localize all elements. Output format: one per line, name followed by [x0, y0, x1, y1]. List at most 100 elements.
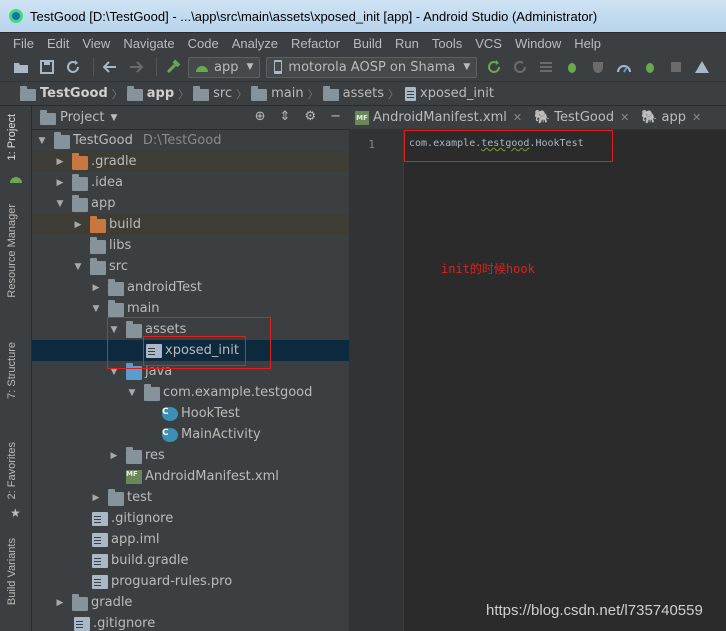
stop-icon[interactable]	[665, 56, 687, 78]
breadcrumb-item[interactable]: main 〉	[251, 85, 319, 102]
folder-icon	[90, 257, 106, 275]
save-icon[interactable]	[36, 56, 58, 78]
coverage-shield-icon[interactable]	[587, 56, 609, 78]
menu-edit[interactable]: Edit	[47, 36, 69, 51]
profiler-gauge-icon[interactable]	[613, 56, 635, 78]
tree-row-src[interactable]: ▼ src	[32, 256, 349, 277]
hide-panel-icon[interactable]: −	[330, 109, 341, 124]
tool-tab-resource-manager[interactable]: Resource Manager	[6, 204, 18, 298]
folder-icon	[126, 85, 143, 101]
sdk-manager-icon[interactable]	[691, 56, 713, 78]
tree-row-test[interactable]: ▶ test	[32, 487, 349, 508]
tool-tab-structure[interactable]: 7: Structure	[6, 342, 18, 399]
tree-row-androidtest[interactable]: ▶ androidTest	[32, 277, 349, 298]
collapsed-arrow-icon: ▶	[92, 492, 100, 503]
tab-app[interactable]: 🐘 app ✕	[635, 106, 707, 129]
folder-icon	[72, 173, 88, 191]
tree-row-idea[interactable]: ▶ .idea	[32, 172, 349, 193]
file-icon	[92, 532, 108, 547]
back-arrow-icon[interactable]	[99, 56, 121, 78]
close-icon[interactable]: ✕	[692, 111, 701, 124]
toolbar-separator	[93, 58, 94, 76]
open-folder-icon[interactable]	[10, 56, 32, 78]
breadcrumb-item[interactable]: assets 〉	[322, 85, 399, 102]
tree-row-mainactivity[interactable]: C MainActivity	[32, 424, 349, 445]
debug-bug-icon[interactable]	[561, 56, 583, 78]
tree-row-testgood[interactable]: ▼ TestGood D:\TestGood	[32, 130, 349, 151]
tree-row-gitignore-app[interactable]: .gitignore	[32, 508, 349, 529]
menu-refactor[interactable]: Refactor	[291, 36, 340, 51]
menu-build[interactable]: Build	[353, 36, 382, 51]
menu-window[interactable]: Window	[515, 36, 561, 51]
device-select[interactable]: motorola AOSP on Shama ▼	[266, 56, 478, 78]
breadcrumb-item[interactable]: TestGood 〉	[20, 85, 123, 102]
tool-tab-project[interactable]: 1: Project	[6, 114, 18, 160]
menu-code[interactable]: Code	[188, 36, 219, 51]
watermark: https://blog.csdn.net/l735740559	[486, 602, 703, 619]
attach-debugger-icon[interactable]	[639, 56, 661, 78]
menu-navigate[interactable]: Navigate	[123, 36, 174, 51]
package-icon	[144, 383, 160, 401]
gear-icon[interactable]: ⚙	[304, 109, 316, 124]
make-project-hammer-icon[interactable]	[162, 56, 184, 78]
tree-row-main[interactable]: ▼ main	[32, 298, 349, 319]
phone-icon	[274, 60, 283, 74]
tree-row-libs[interactable]: libs	[32, 235, 349, 256]
apply-changes-icon[interactable]	[483, 56, 505, 78]
tree-row-gradle-dir[interactable]: ▶ .gradle	[32, 151, 349, 172]
tree-row-gitignore-root[interactable]: .gitignore	[32, 613, 349, 631]
locate-target-icon[interactable]: ⊕	[255, 109, 266, 124]
folder-icon	[40, 109, 56, 125]
menu-vcs[interactable]: VCS	[475, 36, 502, 51]
tree-row-hooktest[interactable]: C HookTest	[32, 403, 349, 424]
breadcrumb-item[interactable]: xposed_init	[403, 86, 494, 101]
breadcrumb-item[interactable]: src 〉	[193, 85, 248, 102]
run-config-select[interactable]: app ▼	[188, 56, 261, 78]
sync-icon[interactable]	[62, 56, 84, 78]
close-icon[interactable]: ✕	[513, 111, 522, 124]
apply-code-changes-icon[interactable]	[509, 56, 531, 78]
project-view-select[interactable]: Project	[60, 110, 104, 125]
expanded-arrow-icon: ▼	[74, 261, 82, 272]
tree-row-app-iml[interactable]: app.iml	[32, 529, 349, 550]
close-icon[interactable]: ✕	[620, 111, 629, 124]
menu-analyze[interactable]: Analyze	[232, 36, 278, 51]
run-config-label: app	[214, 59, 239, 75]
tree-row-gradle[interactable]: ▶ gradle	[32, 592, 349, 613]
code-line[interactable]: com.example.testgood.HookTest	[409, 138, 584, 149]
list-icon[interactable]	[535, 56, 557, 78]
menu-tools[interactable]: Tools	[432, 36, 462, 51]
breadcrumb-item[interactable]: app 〉	[126, 85, 189, 102]
file-icon	[92, 574, 108, 589]
tool-tab-build-variants[interactable]: Build Variants	[6, 538, 18, 605]
tree-row-build-gradle[interactable]: build.gradle	[32, 550, 349, 571]
menu-view[interactable]: View	[82, 36, 110, 51]
chevron-right-icon: 〉	[236, 87, 248, 101]
menu-help[interactable]: Help	[574, 36, 601, 51]
tab-testgood[interactable]: 🐘 TestGood ✕	[528, 106, 635, 129]
tree-row-proguard[interactable]: proguard-rules.pro	[32, 571, 349, 592]
menu-run[interactable]: Run	[395, 36, 419, 51]
forward-arrow-icon[interactable]	[125, 56, 147, 78]
folder-icon	[108, 488, 124, 506]
tab-androidmanifest[interactable]: MF AndroidManifest.xml ✕	[349, 106, 528, 129]
folder-icon	[90, 236, 106, 254]
chevron-down-icon[interactable]: ▼	[110, 113, 117, 123]
tree-row-app[interactable]: ▼ app	[32, 193, 349, 214]
tree-row-java[interactable]: ▼ java	[32, 361, 349, 382]
folder-icon	[72, 152, 88, 170]
tree-row-xposed-init[interactable]: xposed_init	[32, 340, 349, 361]
manifest-icon: MF	[355, 110, 369, 125]
tool-tab-favorites[interactable]: 2: Favorites	[6, 442, 18, 499]
tree-row-package[interactable]: ▼ com.example.testgood	[32, 382, 349, 403]
file-icon	[74, 616, 90, 631]
folder-icon	[126, 446, 142, 464]
tree-row-assets[interactable]: ▼ assets	[32, 319, 349, 340]
manifest-icon: MF	[126, 469, 142, 484]
collapse-all-icon[interactable]: ⇕	[280, 109, 291, 124]
tree-row-res[interactable]: ▶ res	[32, 445, 349, 466]
collapsed-arrow-icon: ▶	[74, 219, 82, 230]
menu-file[interactable]: File	[13, 36, 34, 51]
tree-row-androidmanifest[interactable]: MF AndroidManifest.xml	[32, 466, 349, 487]
tree-row-build[interactable]: ▶ build	[32, 214, 349, 235]
